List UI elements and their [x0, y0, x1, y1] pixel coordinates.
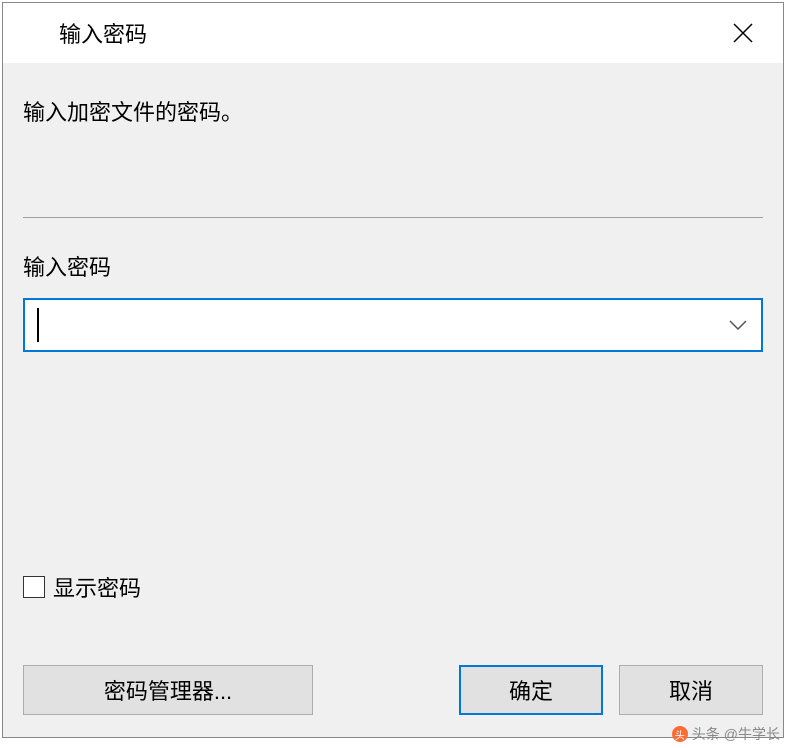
show-password-checkbox[interactable]	[23, 576, 45, 598]
text-cursor	[37, 308, 39, 342]
ok-button[interactable]: 确定	[459, 665, 603, 715]
watermark-text: @牛学长	[724, 724, 780, 744]
password-input[interactable]	[25, 300, 715, 350]
watermark: 头 头条 @牛学长	[672, 724, 780, 744]
close-icon	[731, 21, 755, 45]
close-button[interactable]	[723, 13, 763, 53]
watermark-prefix: 头条	[692, 724, 720, 744]
dialog-content: 输入加密文件的密码。 输入密码 显示密码 密码管理器... 确定 取消	[3, 63, 783, 737]
password-input-wrapper	[23, 298, 763, 352]
show-password-row: 显示密码	[23, 571, 763, 603]
button-row: 密码管理器... 确定 取消	[23, 665, 763, 737]
chevron-down-icon	[729, 320, 747, 330]
password-dropdown-button[interactable]	[715, 300, 761, 350]
dialog-title: 输入密码	[59, 17, 147, 49]
divider	[23, 217, 763, 218]
titlebar: 输入密码	[3, 3, 783, 63]
watermark-icon: 头	[672, 726, 688, 742]
cancel-button[interactable]: 取消	[619, 665, 763, 715]
password-manager-button[interactable]: 密码管理器...	[23, 665, 313, 715]
instruction-text: 输入加密文件的密码。	[23, 95, 763, 127]
spacer	[23, 352, 763, 563]
show-password-label: 显示密码	[53, 571, 141, 603]
password-dialog: 输入密码 输入加密文件的密码。 输入密码	[2, 2, 784, 738]
password-field-label: 输入密码	[23, 250, 763, 282]
